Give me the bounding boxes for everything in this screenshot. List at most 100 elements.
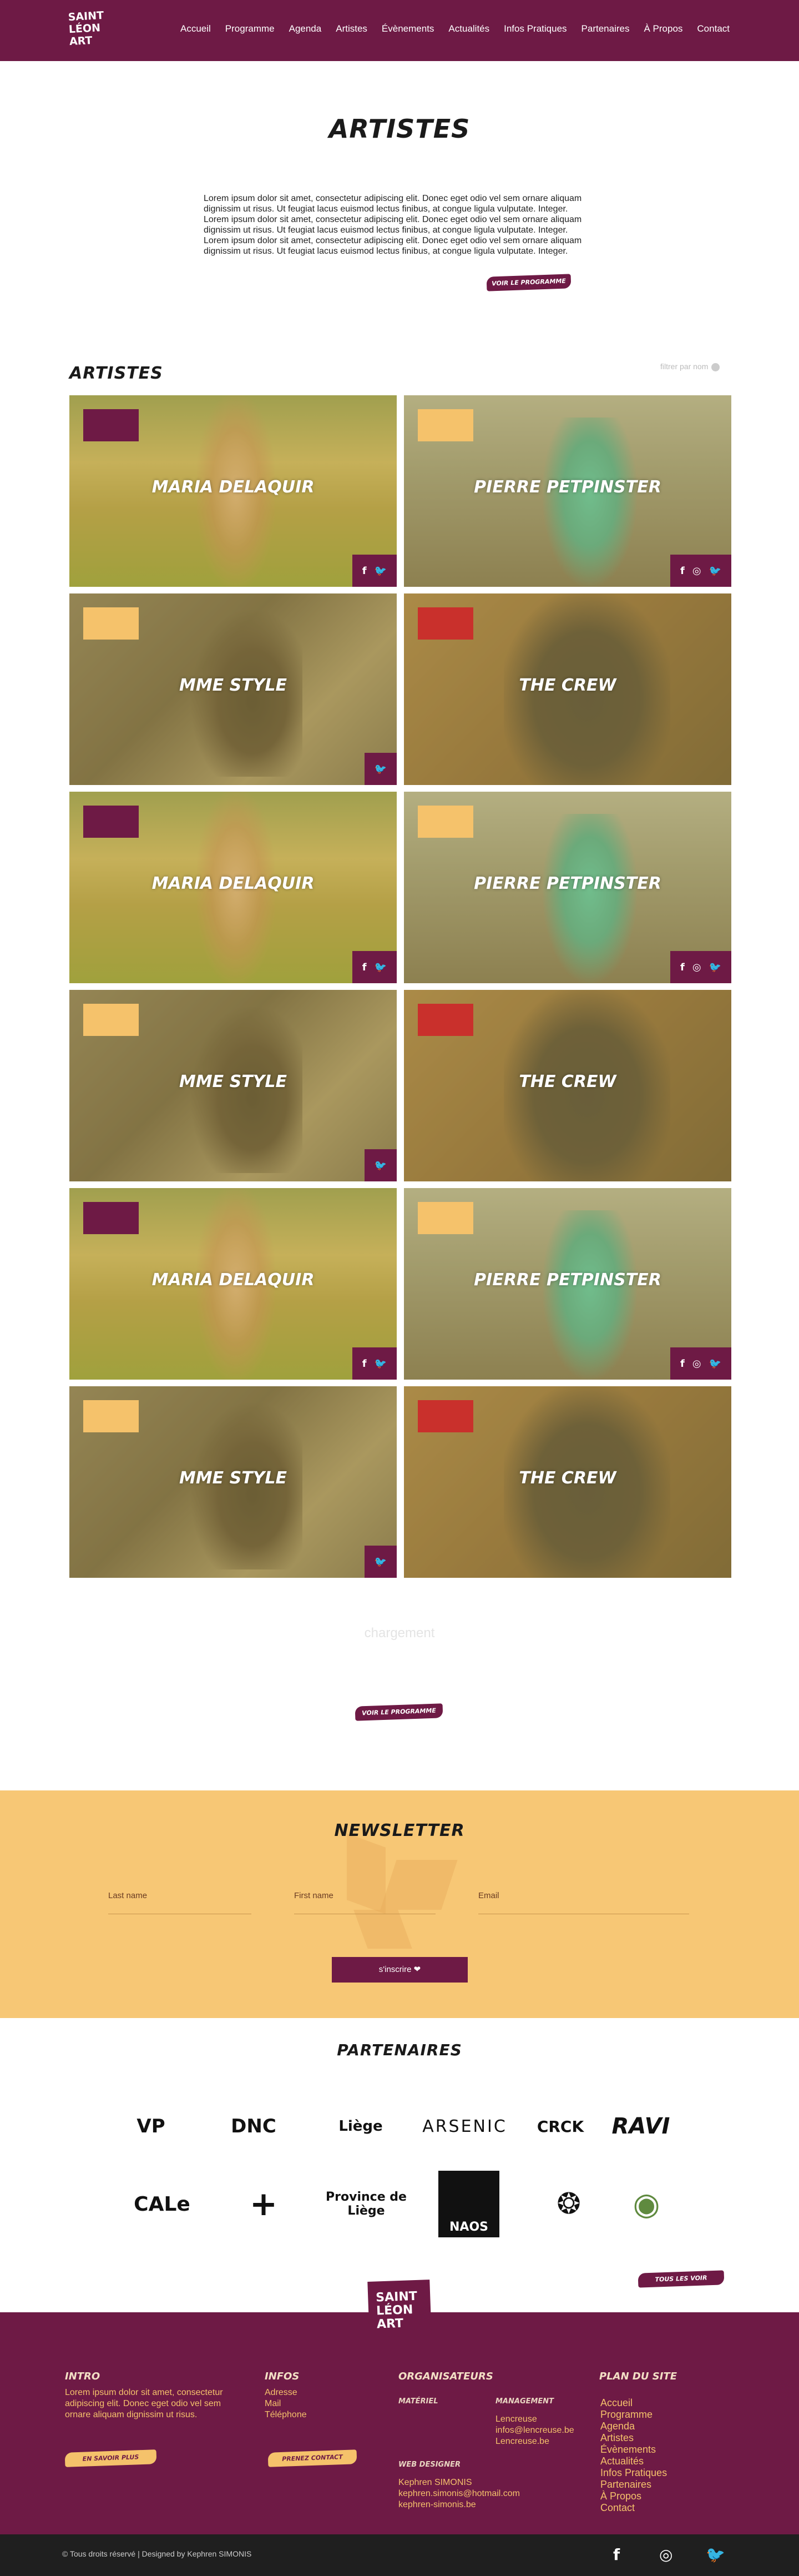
artist-card[interactable]: MARIA DELAQUIR f 🐦 (69, 395, 397, 587)
twitter-icon[interactable]: 🐦 (709, 565, 721, 577)
partner-logo[interactable]: Liège (325, 2101, 397, 2151)
footer-logo[interactable]: SAINT LÉON ART (367, 2280, 432, 2337)
artist-name: PIERRE PETPINSTER (474, 874, 661, 893)
partner-logo[interactable]: ❂ (538, 2179, 599, 2229)
twitter-icon[interactable]: 🐦 (706, 2545, 725, 2564)
web-designer-line[interactable]: kephren.simonis@hotmail.com (398, 2488, 520, 2499)
partner-logo[interactable]: DNC (209, 2101, 298, 2151)
artist-card[interactable]: MARIA DELAQUIR f 🐦 (69, 792, 397, 983)
twitter-icon[interactable]: 🐦 (375, 763, 387, 775)
nav-agenda[interactable]: Agenda (289, 23, 322, 34)
twitter-icon[interactable]: 🐦 (375, 1160, 387, 1171)
program-button[interactable]: VOIR LE PROGRAMME (486, 274, 572, 291)
artist-card[interactable]: MME STYLE 🐦 (69, 1386, 397, 1578)
sitemap-item[interactable]: Infos Pratiques (600, 2467, 667, 2479)
filter-by-name[interactable]: filtrer par nom (660, 362, 720, 371)
subscribe-button[interactable]: s'inscrire ❤ (332, 1957, 468, 1983)
nav-infos-pratiques[interactable]: Infos Pratiques (504, 23, 567, 34)
twitter-icon[interactable]: 🐦 (709, 962, 721, 973)
web-designer-line: Kephren SIMONIS (398, 2478, 472, 2487)
management-line: Lencreuse (495, 2414, 537, 2424)
facebook-icon[interactable]: f (680, 962, 685, 973)
partner-logo[interactable]: NAOS (438, 2171, 499, 2237)
category-swatch (83, 1400, 139, 1432)
footer-info-line: Adresse (265, 2388, 297, 2397)
artist-card[interactable]: THE CREW (404, 1386, 731, 1578)
see-all-partners-button[interactable]: TOUS LES VOIR (638, 2270, 725, 2288)
copyright-text: © Tous droits réservé | Designed by Keph… (62, 2549, 252, 2558)
facebook-icon[interactable]: f (613, 2545, 620, 2564)
social-links: f ◎ 🐦 (670, 555, 731, 587)
artist-card[interactable]: PIERRE PETPINSTER f ◎ 🐦 (404, 1188, 731, 1380)
nav-artistes[interactable]: Artistes (336, 23, 367, 34)
twitter-icon[interactable]: 🐦 (375, 565, 387, 577)
nav-evenements[interactable]: Évènements (382, 23, 434, 34)
instagram-icon[interactable]: ◎ (659, 2545, 672, 2564)
partner-logo[interactable]: Province de Liège (319, 2179, 413, 2229)
twitter-icon[interactable]: 🐦 (375, 962, 387, 973)
loading-text: chargement (364, 1626, 435, 1641)
facebook-icon[interactable]: f (680, 1358, 685, 1370)
partner-logo[interactable]: CALe (107, 2179, 218, 2229)
category-swatch (418, 1202, 473, 1234)
instagram-icon[interactable]: ◎ (692, 962, 701, 973)
partner-logo[interactable]: ARSENIC (400, 2101, 530, 2151)
nav-a-propos[interactable]: À Propos (644, 23, 682, 34)
web-designer-line[interactable]: kephren-simonis.be (398, 2499, 476, 2510)
artist-card[interactable]: MARIA DELAQUIR f 🐦 (69, 1188, 397, 1380)
artist-name: MME STYLE (179, 1072, 287, 1091)
artist-card[interactable]: PIERRE PETPINSTER f ◎ 🐦 (404, 395, 731, 587)
nav-partenaires[interactable]: Partenaires (581, 23, 630, 34)
partner-logo[interactable]: ◉ (616, 2179, 677, 2229)
artist-card[interactable]: MME STYLE 🐦 (69, 593, 397, 785)
facebook-icon[interactable]: f (680, 565, 685, 577)
management-label: MANAGEMENT (495, 2397, 554, 2406)
twitter-icon[interactable]: 🐦 (375, 1556, 387, 1568)
facebook-icon[interactable]: f (362, 962, 367, 973)
artist-card[interactable]: THE CREW (404, 990, 731, 1181)
sitemap-item[interactable]: Actualités (600, 2456, 667, 2467)
logo-line: ART (69, 34, 93, 48)
sitemap-item[interactable]: Agenda (600, 2421, 667, 2432)
facebook-icon[interactable]: f (362, 565, 367, 577)
footer-plan-heading: PLAN DU SITE (599, 2371, 677, 2382)
nav-accueil[interactable]: Accueil (180, 23, 211, 34)
email-field[interactable]: Email (478, 1888, 689, 1914)
artist-card[interactable]: THE CREW (404, 593, 731, 785)
nav-programme[interactable]: Programme (225, 23, 275, 34)
sitemap-item[interactable]: Contact (600, 2502, 667, 2514)
site-logo[interactable]: SAINT LÉON ART (68, 9, 117, 51)
artist-card[interactable]: MME STYLE 🐦 (69, 990, 397, 1181)
sitemap-item[interactable]: À Propos (600, 2491, 667, 2502)
facebook-icon[interactable]: f (362, 1358, 367, 1370)
artist-name: MME STYLE (179, 1468, 287, 1488)
twitter-icon[interactable]: 🐦 (709, 1358, 721, 1370)
sitemap-item[interactable]: Partenaires (600, 2479, 667, 2491)
web-designer-label: WEB DESIGNER (398, 2461, 461, 2469)
management-line[interactable]: infos@lencreuse.be (495, 2425, 574, 2436)
twitter-icon[interactable]: 🐦 (375, 1358, 387, 1370)
partner-logo[interactable]: VP (107, 2101, 195, 2151)
social-links: f ◎ 🐦 (670, 951, 731, 983)
instagram-icon[interactable]: ◎ (692, 1358, 701, 1370)
nav-actualites[interactable]: Actualités (448, 23, 489, 34)
artist-name: THE CREW (519, 1072, 616, 1091)
management-line[interactable]: Lencreuse.be (495, 2436, 549, 2447)
instagram-icon[interactable]: ◎ (692, 565, 701, 577)
first-name-field[interactable]: First name (294, 1888, 436, 1914)
partner-logo[interactable]: RAVI (602, 2101, 680, 2151)
sitemap-item[interactable]: Artistes (600, 2432, 667, 2444)
partner-logo[interactable]: CRCK (533, 2101, 588, 2151)
nav-contact[interactable]: Contact (697, 23, 730, 34)
artist-card[interactable]: PIERRE PETPINSTER f ◎ 🐦 (404, 792, 731, 983)
last-name-field[interactable]: Last name (108, 1888, 251, 1914)
artist-name: THE CREW (519, 1468, 616, 1488)
sitemap-item[interactable]: Évènements (600, 2444, 667, 2456)
program-button-bottom[interactable]: VOIR LE PROGRAMME (355, 1703, 443, 1721)
partner-logo[interactable]: + (227, 2179, 300, 2229)
sitemap-item[interactable]: Programme (600, 2409, 667, 2421)
sitemap-item[interactable]: Accueil (600, 2397, 667, 2409)
subscribe-label: s'inscrire (378, 1965, 412, 1974)
artist-name: MARIA DELAQUIR (151, 874, 315, 893)
category-swatch (418, 607, 473, 640)
